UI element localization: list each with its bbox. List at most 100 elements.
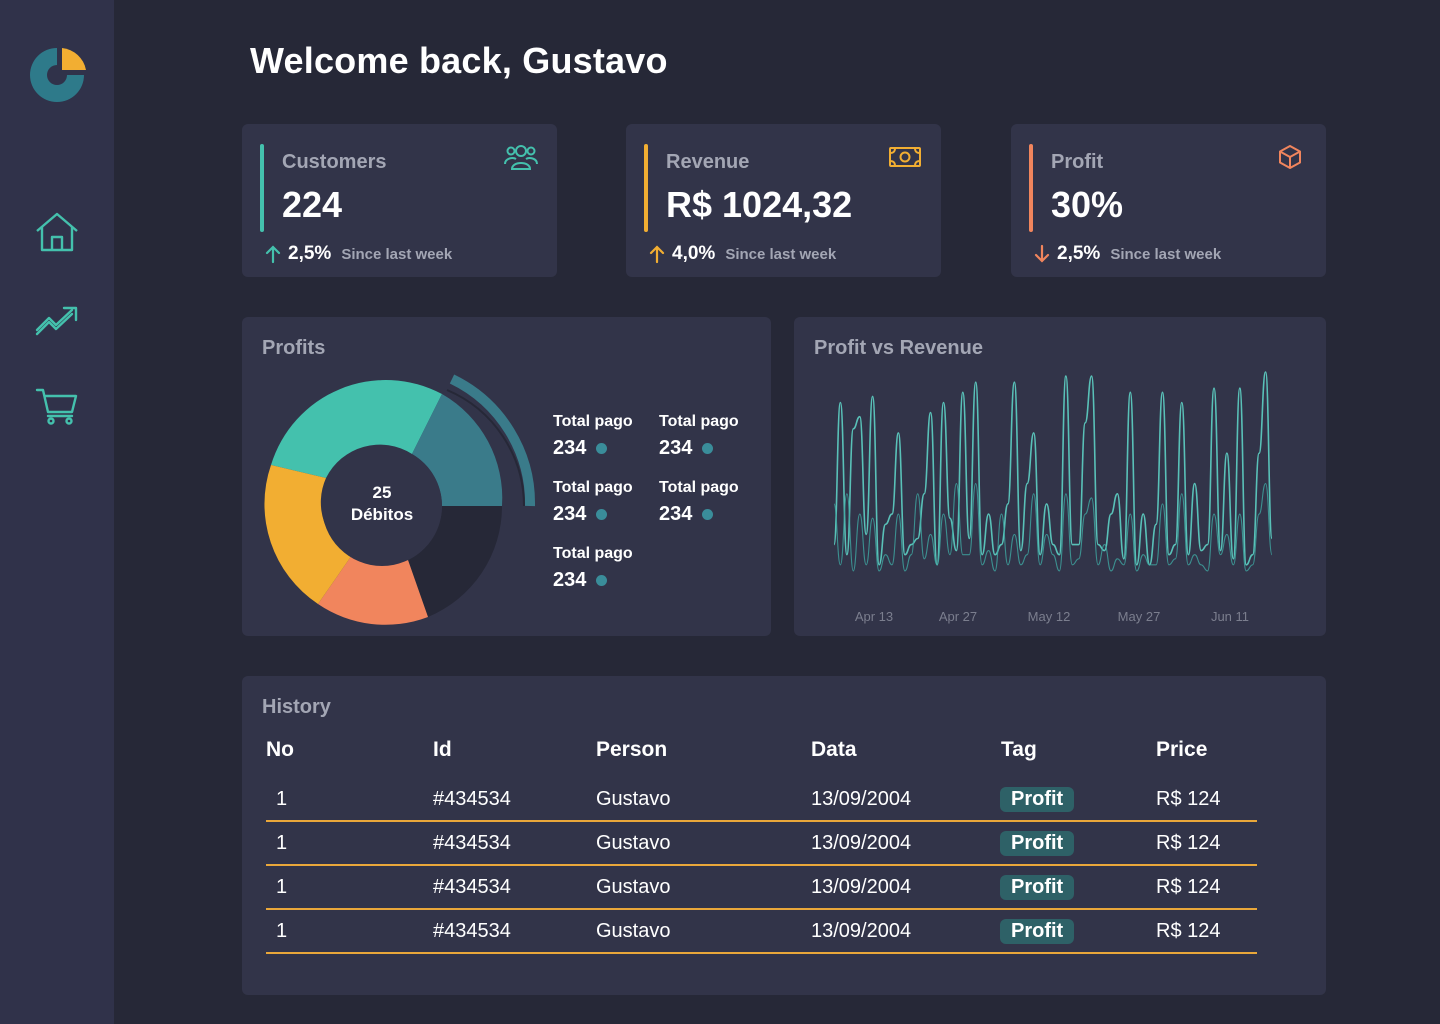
cell-id: #434534: [433, 920, 511, 942]
cell-date: 13/09/2004: [811, 788, 912, 810]
card-value: R$ 1024,32: [666, 184, 853, 225]
cell-date: 13/09/2004: [811, 832, 912, 854]
cell-person: Gustavo: [596, 876, 671, 898]
legend-dot: [596, 509, 608, 520]
profit-vs-revenue-chart: Apr 13 Apr 27 May 12 May 27 Jun 11: [833, 371, 1273, 624]
card-accent-bar: [260, 144, 264, 232]
column-header-person: Person: [596, 738, 668, 761]
x-tick-label: Apr 13: [855, 609, 893, 624]
tag-badge: Profit: [1000, 787, 1075, 812]
nav-trends[interactable]: [33, 298, 81, 342]
cell-no: 1: [276, 788, 288, 810]
series-line-revenue: [833, 483, 1273, 572]
change-percent: 4,0%: [672, 243, 716, 264]
change-period: Since last week: [341, 245, 453, 263]
x-tick-label: May 12: [1028, 609, 1071, 624]
column-header-id: Id: [433, 738, 452, 761]
change-percent: 2,5%: [1057, 243, 1101, 264]
legend-dot: [702, 443, 714, 454]
card-value: 30%: [1051, 184, 1124, 225]
tag-badge: Profit: [1000, 875, 1075, 900]
card-accent-bar: [644, 144, 648, 232]
revenue-card: Revenue R$ 1024,32 4,0% Since last week: [626, 124, 941, 277]
cell-no: 1: [276, 876, 288, 898]
legend-label: Total pago: [659, 479, 739, 496]
legend-label: Total pago: [553, 413, 633, 430]
card-value: 224: [282, 184, 343, 225]
legend-value: 234: [659, 437, 693, 459]
legend-value: 234: [553, 503, 587, 525]
cell-id: #434534: [433, 832, 511, 854]
table-row[interactable]: 1 #434534 Gustavo 13/09/2004 Profit R$ 1…: [266, 778, 1257, 822]
app-logo[interactable]: [26, 44, 88, 106]
arrow-up-icon: [265, 245, 281, 264]
nav-home[interactable]: [33, 210, 81, 254]
cell-price: R$ 124: [1156, 788, 1221, 810]
cell-price: R$ 124: [1156, 920, 1221, 942]
legend-label: Total pago: [553, 545, 633, 562]
series-line-profit: [833, 371, 1273, 566]
legend-value: 234: [659, 503, 693, 525]
panel-title: History: [262, 696, 331, 718]
table-row[interactable]: 1 #434534 Gustavo 13/09/2004 Profit R$ 1…: [266, 822, 1257, 866]
table-row[interactable]: 1 #434534 Gustavo 13/09/2004 Profit R$ 1…: [266, 866, 1257, 910]
table-row[interactable]: 1 #434534 Gustavo 13/09/2004 Profit R$ 1…: [266, 910, 1257, 954]
tag-badge: Profit: [1000, 919, 1075, 944]
column-header-tag: Tag: [1001, 738, 1037, 761]
profits-donut-chart: 25 Débitos: [264, 374, 536, 625]
money-icon: [887, 142, 923, 172]
arrow-up-icon: [649, 245, 665, 264]
change-percent: 2,5%: [288, 243, 332, 264]
legend-item: Total pago 234: [659, 479, 759, 526]
card-accent-bar: [1029, 144, 1033, 232]
tag-badge: Profit: [1000, 831, 1075, 856]
donut-center-value: 25: [373, 483, 392, 502]
legend-dot: [596, 443, 608, 454]
profits-panel: Profits 25 Débitos Total pago 234 Total …: [242, 317, 771, 636]
change-period: Since last week: [1110, 245, 1222, 263]
card-label: Customers: [282, 151, 387, 173]
card-change: 4,0% Since last week: [648, 243, 836, 265]
legend-value: 234: [553, 437, 587, 459]
card-change: 2,5% Since last week: [264, 243, 452, 265]
cell-date: 13/09/2004: [811, 920, 912, 942]
cell-no: 1: [276, 920, 288, 942]
legend-dot: [702, 509, 714, 520]
column-header-data: Data: [811, 738, 857, 761]
history-panel: History No Id Person Data Tag Price 1 #4…: [242, 676, 1326, 995]
card-label: Revenue: [666, 151, 750, 173]
box-icon: [1272, 142, 1308, 172]
x-tick-label: May 27: [1118, 609, 1161, 624]
profit-card: Profit 30% 2,5% Since last week: [1011, 124, 1326, 277]
x-tick-label: Jun 11: [1211, 609, 1249, 624]
change-period: Since last week: [725, 245, 837, 263]
cell-price: R$ 124: [1156, 876, 1221, 898]
legend-dot: [596, 575, 608, 586]
column-header-price: Price: [1156, 738, 1208, 761]
cell-id: #434534: [433, 788, 511, 810]
cell-id: #434534: [433, 876, 511, 898]
sidebar: [0, 0, 114, 1024]
cart-icon: [35, 388, 78, 425]
legend-item: Total pago 234: [553, 545, 653, 592]
arrow-down-icon: [1034, 244, 1050, 263]
page-title: Welcome back, Gustavo: [250, 40, 668, 81]
home-icon: [36, 212, 78, 252]
cell-person: Gustavo: [596, 832, 671, 854]
legend-item: Total pago 234: [553, 413, 653, 460]
cell-person: Gustavo: [596, 920, 671, 942]
column-header-no: No: [266, 738, 294, 761]
cell-date: 13/09/2004: [811, 876, 912, 898]
cell-price: R$ 124: [1156, 832, 1221, 854]
cell-person: Gustavo: [596, 788, 671, 810]
donut-center-label: Débitos: [351, 505, 413, 524]
legend-value: 234: [553, 569, 587, 591]
card-change: 2,5% Since last week: [1033, 243, 1221, 265]
users-icon: [503, 142, 539, 172]
x-tick-label: Apr 27: [939, 609, 977, 624]
legend-item: Total pago 234: [553, 479, 653, 526]
legend-item: Total pago 234: [659, 413, 759, 460]
legend-label: Total pago: [659, 413, 739, 430]
card-label: Profit: [1051, 151, 1104, 173]
nav-cart[interactable]: [33, 384, 81, 428]
